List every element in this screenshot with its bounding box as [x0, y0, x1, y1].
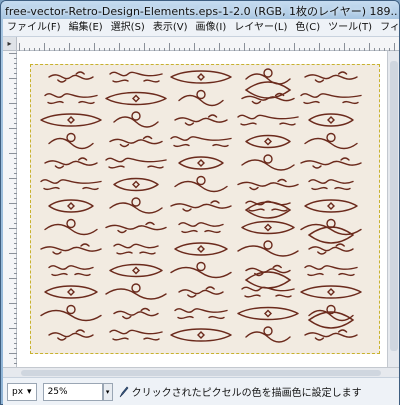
- ornament-flourish: [178, 286, 224, 298]
- ornament-flourish: [40, 304, 102, 322]
- ornament-flourish: [304, 199, 358, 213]
- ornament-flourish: [105, 157, 167, 169]
- ornament-flourish: [44, 218, 98, 236]
- window-title: free-vector-Retro-Design-Elements.eps-1-…: [5, 5, 397, 18]
- ornament-flourish: [241, 220, 295, 235]
- ornament-flourish: [48, 329, 94, 341]
- ornament-flourish: [304, 71, 358, 83]
- ornament-flourish: [44, 285, 98, 299]
- ornament-flourish: [48, 265, 94, 277]
- ornament-flourish: [237, 306, 299, 321]
- ornament-flourish: [109, 263, 163, 278]
- ornament-flourish: [245, 326, 291, 343]
- menu-file[interactable]: ファイル(F): [3, 19, 65, 36]
- horizontal-ruler[interactable]: [17, 37, 399, 51]
- menu-tools[interactable]: ツール(T): [324, 19, 376, 36]
- menu-bar: ファイル(F) 編集(E) 選択(S) 表示(V) 画像(I) レイヤー(L) …: [3, 19, 399, 37]
- ornament-flourish: [44, 157, 98, 169]
- ornament-flourish: [170, 70, 232, 84]
- zoom-input[interactable]: 25%: [42, 382, 103, 401]
- ruler-ticks-h: [19, 43, 395, 51]
- image-canvas[interactable]: [30, 64, 380, 354]
- ornament-flourish: [44, 93, 98, 105]
- ornament-flourish: [105, 221, 167, 234]
- ornament-flourish: [178, 222, 224, 234]
- menu-filters[interactable]: フィルタ(R): [376, 19, 399, 36]
- ornament-flourish: [40, 113, 102, 127]
- ornament-flourish: [300, 285, 362, 299]
- ornament-flourish: [241, 154, 295, 171]
- vertical-scroll-thumb[interactable]: [390, 61, 398, 351]
- ornament-flourish: [304, 132, 358, 150]
- retro-ornaments-artwork: [40, 68, 362, 343]
- quick-mask-corner-button[interactable]: ▸: [3, 37, 17, 51]
- ornament-flourish: [300, 157, 362, 169]
- color-picker-icon: [119, 386, 128, 397]
- status-message-text: クリックされたピクセルの色を描画色に設定します: [131, 388, 362, 399]
- ornament-flourish: [170, 261, 232, 279]
- ornament-flourish: [237, 178, 299, 191]
- ornament-flourish: [48, 199, 94, 213]
- ornament-flourish: [170, 328, 232, 342]
- chevron-down-icon: ▾: [27, 386, 32, 397]
- ornament-flourish: [174, 114, 228, 126]
- ornament-flourish: [40, 179, 102, 191]
- ornament-flourish: [48, 71, 94, 83]
- ornament-flourish: [109, 329, 163, 341]
- ornament-flourish: [304, 265, 358, 277]
- ornament-flourish: [105, 91, 167, 106]
- status-message: クリックされたピクセルの色を描画色に設定します: [119, 384, 362, 399]
- ornament-flourish: [48, 132, 94, 150]
- unit-selector[interactable]: px ▾: [7, 382, 37, 401]
- menu-image[interactable]: 画像(I): [192, 19, 231, 36]
- horizontal-scrollbar[interactable]: [3, 367, 399, 377]
- ornament-flourish: [237, 114, 299, 126]
- ornament-flourish: [113, 177, 159, 192]
- status-bar: px ▾ 25% ▾ クリックされたピクセルの色を描画色に設定します: [3, 377, 399, 405]
- ornament-flourish: [105, 283, 167, 300]
- canvas-area[interactable]: [17, 51, 387, 367]
- ornament-flourish: [237, 240, 299, 257]
- horizontal-scroll-thumb[interactable]: [21, 370, 381, 376]
- ornament-flourish: [109, 135, 163, 148]
- ornament-flourish: [113, 243, 159, 255]
- ornament-flourish: [170, 136, 232, 148]
- vertical-scrollbar[interactable]: [387, 51, 399, 367]
- image-workspace: ▸: [3, 37, 399, 367]
- menu-layer[interactable]: レイヤー(L): [230, 19, 291, 36]
- ornament-flourish: [174, 308, 228, 320]
- ornament-flourish: [113, 111, 159, 128]
- ornament-flourish: [304, 329, 358, 341]
- ornament-flourish: [170, 200, 232, 212]
- ornament-flourish: [178, 89, 224, 107]
- ornament-flourish: [109, 71, 163, 83]
- ornament-flourish: [109, 197, 163, 214]
- ornament-flourish: [178, 156, 224, 170]
- title-bar[interactable]: free-vector-Retro-Design-Elements.eps-1-…: [1, 1, 399, 19]
- ornament-flourish: [174, 175, 228, 193]
- ornament-flourish: [113, 307, 159, 320]
- menu-edit[interactable]: 編集(E): [65, 19, 107, 36]
- ornament-flourish: [245, 134, 291, 149]
- menu-select[interactable]: 選択(S): [107, 19, 149, 36]
- ornament-flourish: [245, 264, 291, 277]
- vertical-ruler[interactable]: [3, 51, 17, 367]
- menu-view[interactable]: 表示(V): [149, 19, 192, 36]
- ornament-flourish: [308, 113, 354, 127]
- ornament-frame: [244, 271, 292, 289]
- unit-value: px: [12, 386, 24, 397]
- ornament-flourish: [308, 179, 354, 191]
- ornament-flourish: [300, 93, 362, 105]
- ornament-flourish: [174, 242, 228, 256]
- zoom-dropdown-button[interactable]: ▾: [102, 382, 113, 401]
- ruler-ticks-v: [9, 53, 17, 364]
- ornament-flourish: [308, 243, 354, 255]
- gimp-image-window: free-vector-Retro-Design-Elements.eps-1-…: [0, 0, 400, 405]
- ornament-flourish: [308, 304, 354, 322]
- ornament-flourish: [40, 243, 102, 255]
- zoom-value: 25%: [47, 386, 68, 397]
- menu-colors[interactable]: 色(C): [291, 19, 324, 36]
